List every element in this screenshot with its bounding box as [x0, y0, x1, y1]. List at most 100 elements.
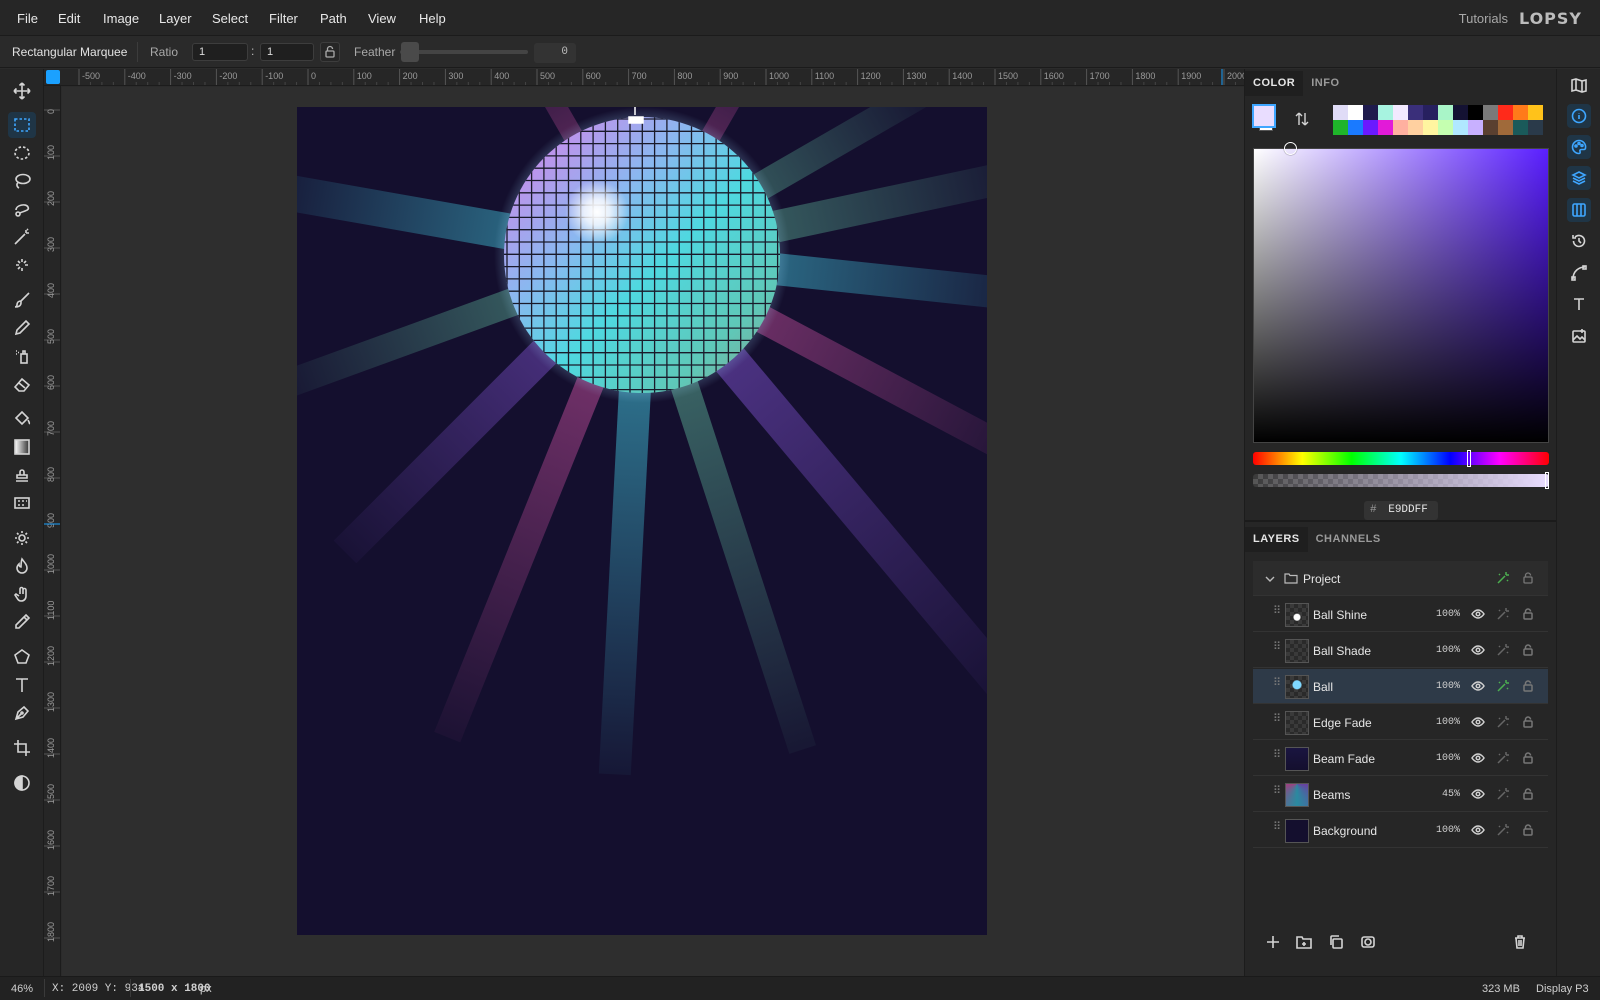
- layer-opacity[interactable]: 100%: [1428, 825, 1460, 836]
- color-swatch[interactable]: [1333, 120, 1348, 135]
- alpha-slider-handle[interactable]: [1545, 472, 1549, 489]
- color-swatch[interactable]: [1363, 120, 1378, 135]
- shape-icon[interactable]: [8, 644, 36, 670]
- ratio-lock-button[interactable]: [320, 42, 340, 62]
- color-swatch[interactable]: [1348, 120, 1363, 135]
- eye-icon[interactable]: [1471, 787, 1487, 803]
- color-swatch[interactable]: [1378, 105, 1393, 120]
- drag-handle-icon[interactable]: ⠿: [1273, 678, 1281, 689]
- color-swatch[interactable]: [1408, 105, 1423, 120]
- layer-name[interactable]: Background: [1313, 824, 1377, 838]
- alpha-slider[interactable]: [1253, 474, 1549, 487]
- crop-icon[interactable]: [8, 735, 36, 761]
- eye-icon[interactable]: [1471, 643, 1487, 659]
- chevron-down-icon[interactable]: [1264, 573, 1276, 585]
- eye-icon[interactable]: [1471, 823, 1487, 839]
- magic-wand-icon[interactable]: [8, 224, 36, 250]
- color-swatch[interactable]: [1483, 105, 1498, 120]
- smudge-icon[interactable]: [8, 581, 36, 607]
- menu-layer[interactable]: Layer: [159, 11, 192, 26]
- pencil-icon[interactable]: [8, 315, 36, 341]
- layer-name[interactable]: Ball Shine: [1313, 608, 1367, 622]
- eraser-icon[interactable]: [8, 371, 36, 397]
- color-swatch[interactable]: [1483, 120, 1498, 135]
- color-swatch[interactable]: [1498, 105, 1513, 120]
- hex-input[interactable]: # E9DDFF: [1364, 501, 1438, 520]
- color-swatch[interactable]: [1528, 105, 1543, 120]
- menu-help[interactable]: Help: [419, 11, 446, 26]
- effects-icon[interactable]: [1496, 571, 1510, 585]
- menu-image[interactable]: Image: [103, 11, 139, 26]
- zoom-level[interactable]: 46%: [11, 983, 33, 995]
- menu-edit[interactable]: Edit: [58, 11, 80, 26]
- layer-row[interactable]: ⠿ Ball 100%: [1253, 669, 1548, 704]
- color-swatch[interactable]: [1363, 105, 1378, 120]
- lock-icon[interactable]: [1521, 751, 1537, 767]
- ellipse-marquee-icon[interactable]: [8, 140, 36, 166]
- columns-icon[interactable]: [1567, 198, 1591, 222]
- color-swatch[interactable]: [1408, 120, 1423, 135]
- color-swatch[interactable]: [1453, 105, 1468, 120]
- gradient-icon[interactable]: [8, 434, 36, 460]
- path-icon[interactable]: [1567, 261, 1591, 285]
- tab-color[interactable]: COLOR: [1245, 71, 1304, 96]
- pattern-icon[interactable]: [8, 490, 36, 516]
- feather-slider-handle[interactable]: [401, 42, 419, 62]
- color-swatch[interactable]: [1453, 120, 1468, 135]
- color-swatch[interactable]: [1438, 105, 1453, 120]
- effects-icon[interactable]: [1496, 787, 1512, 803]
- foreground-color-swatch[interactable]: [1252, 104, 1276, 128]
- tab-channels[interactable]: CHANNELS: [1308, 527, 1389, 552]
- menu-select[interactable]: Select: [212, 11, 248, 26]
- layer-row[interactable]: ⠿ Ball Shine 100%: [1253, 597, 1548, 632]
- layer-name[interactable]: Ball: [1313, 680, 1333, 694]
- stamp-icon[interactable]: [8, 462, 36, 488]
- layer-row[interactable]: ⠿ Background 100%: [1253, 813, 1548, 848]
- document-canvas[interactable]: [297, 107, 987, 935]
- quick-select-icon[interactable]: [8, 252, 36, 278]
- eyedropper-icon[interactable]: [8, 609, 36, 635]
- burn-icon[interactable]: [8, 553, 36, 579]
- eye-icon[interactable]: [1471, 751, 1487, 767]
- mask-icon[interactable]: [1356, 930, 1380, 954]
- type-icon[interactable]: [1567, 292, 1591, 316]
- swap-colors-icon[interactable]: [1294, 111, 1310, 127]
- layer-opacity[interactable]: 100%: [1428, 717, 1460, 728]
- color-swatch[interactable]: [1468, 120, 1483, 135]
- ruler-corner[interactable]: [46, 70, 60, 84]
- lock-icon[interactable]: [1521, 571, 1535, 585]
- layer-name[interactable]: Ball Shade: [1313, 644, 1371, 658]
- layer-group-row[interactable]: Project: [1253, 561, 1548, 596]
- layer-row[interactable]: ⠿ Ball Shade 100%: [1253, 633, 1548, 668]
- layer-name[interactable]: Beam Fade: [1313, 752, 1375, 766]
- move-icon[interactable]: [8, 78, 36, 104]
- drag-handle-icon[interactable]: ⠿: [1273, 822, 1281, 833]
- hue-slider-handle[interactable]: [1467, 450, 1471, 467]
- layer-opacity[interactable]: 100%: [1428, 681, 1460, 692]
- drag-handle-icon[interactable]: ⠿: [1273, 606, 1281, 617]
- duplicate-icon[interactable]: [1324, 930, 1348, 954]
- hue-slider[interactable]: [1253, 452, 1549, 465]
- canvas-area[interactable]: [62, 87, 1244, 976]
- dodge-icon[interactable]: [8, 525, 36, 551]
- image-icon[interactable]: [1567, 324, 1591, 348]
- layer-opacity[interactable]: 100%: [1428, 753, 1460, 764]
- eye-icon[interactable]: [1471, 715, 1487, 731]
- eye-icon[interactable]: [1471, 607, 1487, 623]
- feather-value[interactable]: 0: [534, 43, 576, 63]
- color-swatch[interactable]: [1423, 120, 1438, 135]
- layer-name[interactable]: Beams: [1313, 788, 1350, 802]
- trash-icon[interactable]: [1508, 930, 1532, 954]
- color-swatch[interactable]: [1393, 120, 1408, 135]
- brush-icon[interactable]: [8, 287, 36, 313]
- effects-icon[interactable]: [1496, 607, 1512, 623]
- paint-bucket-icon[interactable]: [8, 406, 36, 432]
- ratio-height-input[interactable]: 1: [260, 43, 314, 61]
- color-swatch[interactable]: [1468, 105, 1483, 120]
- lock-icon[interactable]: [1521, 679, 1537, 695]
- layer-row[interactable]: ⠿ Edge Fade 100%: [1253, 705, 1548, 740]
- color-profile[interactable]: Display P3: [1536, 983, 1589, 995]
- layer-opacity[interactable]: 100%: [1428, 645, 1460, 656]
- lock-icon[interactable]: [1521, 715, 1537, 731]
- color-picker-handle[interactable]: [1284, 142, 1297, 155]
